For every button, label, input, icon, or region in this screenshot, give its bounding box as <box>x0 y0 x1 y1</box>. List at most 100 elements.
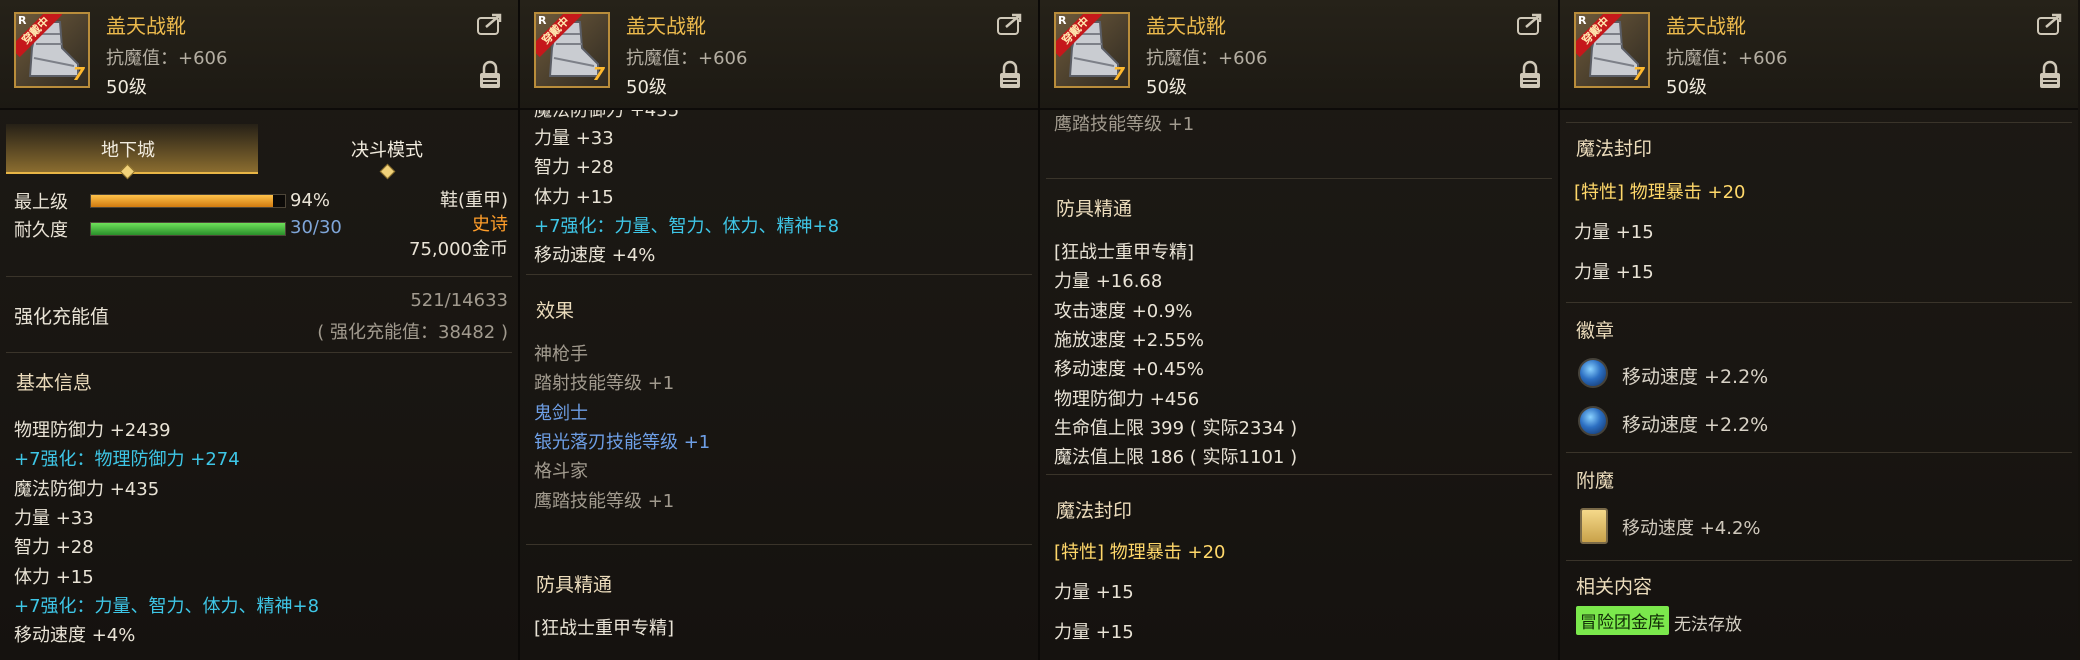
sell-price: 75,000金币 <box>409 239 508 260</box>
emblem-title: 徽章 <box>1576 320 1615 342</box>
tooltip-panel-3: 穿戴中 R 7 盖天战靴 抗魔值：+606 50级 鹰踏技能等级 +1 防具精通… <box>1040 0 1558 660</box>
item-level: 50级 <box>106 77 147 98</box>
tooltip-panel-2: 穿戴中 R 7 盖天战靴 抗魔值：+606 50级 魔法防御力 +435 力量 … <box>520 0 1038 660</box>
durability-label: 耐久度 <box>14 220 68 241</box>
divider <box>526 274 1032 275</box>
stat-line: +7强化：力量、智力、体力、精神+8 <box>534 215 840 237</box>
mastery-line: 生命值上限 399 ( 实际2334 ) <box>1054 417 1298 439</box>
item-main-stat: 抗魔值：+606 <box>626 48 748 69</box>
reinforce-level: 7 <box>592 64 605 85</box>
magic-seal-title: 魔法封印 <box>1576 138 1653 160</box>
magic-seal-title: 魔法封印 <box>1056 500 1133 522</box>
stat-line: 智力 +28 <box>534 157 614 179</box>
mastery-line: 攻击速度 +0.9% <box>1054 300 1193 322</box>
tooltip-panel-4: 穿戴中 R 7 盖天战靴 抗魔值：+606 50级 魔法封印 [特性] 物理暴击… <box>1560 0 2078 660</box>
durability-value: 30/30 <box>290 217 342 238</box>
stat-line: +7强化：物理防御力 +274 <box>14 449 240 471</box>
durability-bar <box>90 222 286 236</box>
tooltip-panel-1: 穿戴中 R 7 盖天战靴 抗魔值：+606 50级 地下城 决斗模式 最上级 9… <box>0 0 518 660</box>
effect-line: 鬼剑士 <box>534 402 588 424</box>
top-grade-label: 最上级 <box>14 192 68 213</box>
related-title: 相关内容 <box>1576 576 1653 598</box>
lock-icon[interactable] <box>478 60 502 90</box>
mastery-line: 魔法值上限 186 ( 实际1101 ) <box>1054 447 1298 469</box>
mastery-line: 力量 +16.68 <box>1054 271 1163 293</box>
account-vault-tag: 冒险团金库 <box>1576 606 1669 635</box>
tab-indicator <box>379 163 396 180</box>
stat-line: 体力 +15 <box>534 186 614 208</box>
seal-line: 力量 +15 <box>1574 262 1654 283</box>
item-level: 50级 <box>1146 77 1187 98</box>
item-name: 盖天战靴 <box>106 14 186 38</box>
top-grade-bar <box>90 194 286 208</box>
item-main-stat: 抗魔值：+606 <box>1666 48 1788 69</box>
top-grade-bar-fill <box>91 195 274 207</box>
reinforce-level: 7 <box>72 64 85 85</box>
boots-item-icon[interactable]: 穿戴中 R 7 <box>1574 12 1650 88</box>
charge-label: 强化充能值 <box>14 306 110 328</box>
share-icon[interactable] <box>2036 12 2064 36</box>
durability-bar-fill <box>91 223 285 235</box>
emblem-orb-icon <box>1578 358 1608 388</box>
enchant-card-icon <box>1580 508 1608 544</box>
top-grade-value: 94% <box>290 190 331 211</box>
boots-item-icon[interactable]: 穿戴中 R 7 <box>1054 12 1130 88</box>
seal-trait: [特性] 物理暴击 +20 <box>1054 542 1226 563</box>
effect-line: 格斗家 <box>534 461 588 483</box>
armor-mastery-title: 防具精通 <box>1056 198 1133 220</box>
divider <box>1566 302 2072 303</box>
stat-line: 体力 +15 <box>14 566 94 588</box>
boots-item-icon[interactable]: 穿戴中 R 7 <box>534 12 610 88</box>
item-level: 50级 <box>626 77 667 98</box>
divider <box>1566 452 2072 453</box>
item-name: 盖天战靴 <box>626 14 706 38</box>
effect-line: 银光落刃技能等级 +1 <box>534 431 711 453</box>
share-icon[interactable] <box>1516 12 1544 36</box>
tab-dungeon-label: 地下城 <box>101 140 155 161</box>
effect-line: 神枪手 <box>534 344 588 365</box>
emblem-stat: 移动速度 +2.2% <box>1622 414 1769 436</box>
equip-slot: 鞋(重甲) <box>439 190 508 211</box>
lock-icon[interactable] <box>998 60 1022 90</box>
stat-line: 智力 +28 <box>14 537 94 559</box>
mastery-line: [狂战士重甲专精] <box>1054 242 1195 263</box>
boots-item-icon[interactable]: 穿戴中 R 7 <box>14 12 90 88</box>
effect-line: 鹰踏技能等级 +1 <box>534 490 675 512</box>
stat-line: 移动速度 +4% <box>534 245 656 267</box>
divider <box>526 544 1032 545</box>
seal-line: 力量 +15 <box>1054 622 1134 643</box>
tab-pvp[interactable]: 决斗模式 <box>351 136 423 162</box>
mastery-line: 移动速度 +0.45% <box>1054 359 1204 381</box>
rarity-grade: 史诗 <box>472 214 508 235</box>
rarity-tag: R <box>538 14 547 27</box>
share-icon[interactable] <box>476 12 504 36</box>
item-header: 穿戴中 R 7 盖天战靴 抗魔值：+606 50级 <box>1040 0 1558 110</box>
item-main-stat: 抗魔值：+606 <box>106 48 228 69</box>
effect-line: 踏射技能等级 +1 <box>534 373 675 395</box>
divider <box>1566 122 2072 123</box>
rarity-tag: R <box>18 14 27 27</box>
lock-icon[interactable] <box>2038 60 2062 90</box>
armor-mastery-title: 防具精通 <box>536 574 613 596</box>
item-name: 盖天战靴 <box>1146 14 1226 38</box>
emblem-stat: 移动速度 +2.2% <box>1622 366 1769 388</box>
item-name: 盖天战靴 <box>1666 14 1746 38</box>
mastery-line: [狂战士重甲专精] <box>534 618 675 639</box>
item-header: 穿戴中 R 7 盖天战靴 抗魔值：+606 50级 <box>0 0 518 110</box>
lock-icon[interactable] <box>1518 60 1542 90</box>
share-icon[interactable] <box>996 12 1024 36</box>
divider <box>6 276 512 277</box>
effect-title: 效果 <box>536 300 575 322</box>
item-header: 穿戴中 R 7 盖天战靴 抗魔值：+606 50级 <box>1560 0 2078 110</box>
rarity-tag: R <box>1058 14 1067 27</box>
enchant-stat: 移动速度 +4.2% <box>1622 518 1761 539</box>
seal-trait: [特性] 物理暴击 +20 <box>1574 182 1746 203</box>
divider <box>6 352 512 353</box>
stat-line: 移动速度 +4% <box>14 625 136 647</box>
divider <box>1566 560 2072 561</box>
basic-info-title: 基本信息 <box>16 372 93 394</box>
emblem-orb-icon <box>1578 406 1608 436</box>
item-level: 50级 <box>1666 77 1707 98</box>
stat-line: 力量 +33 <box>534 128 614 149</box>
storage-note: 无法存放 <box>1674 615 1742 635</box>
